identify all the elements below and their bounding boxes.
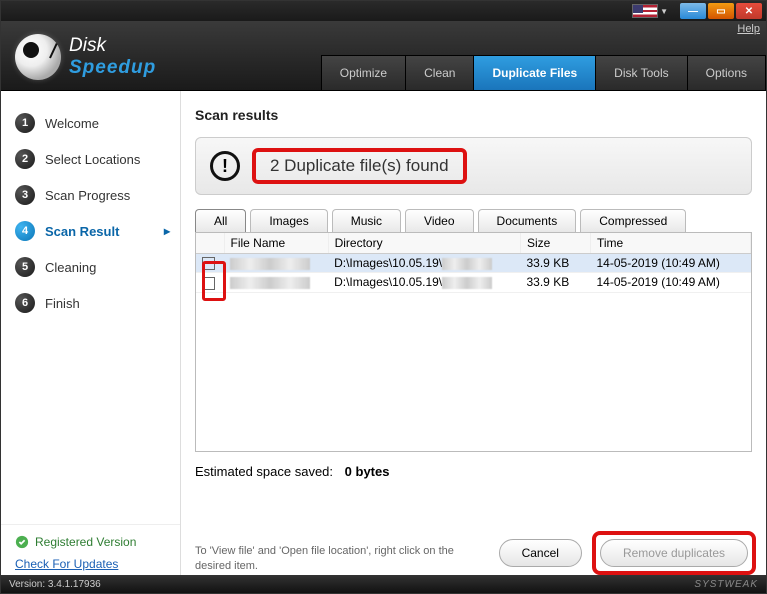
step-label: Welcome — [45, 116, 99, 131]
help-link[interactable]: Help — [737, 23, 760, 35]
step-select-locations[interactable]: 2Select Locations — [1, 141, 180, 177]
check-updates-link[interactable]: Check For Updates — [15, 557, 166, 571]
col-size[interactable]: Size — [521, 233, 591, 254]
step-label: Scan Progress — [45, 188, 130, 203]
filter-documents[interactable]: Documents — [478, 209, 577, 232]
step-label: Select Locations — [45, 152, 140, 167]
logo-text-disk: Disk — [69, 35, 156, 57]
window-titlebar: ▼ — ▭ ✕ — [1, 1, 766, 21]
logo-area: Disk Speedup — [1, 34, 170, 90]
check-circle-icon — [15, 535, 29, 549]
filter-music[interactable]: Music — [332, 209, 401, 232]
step-label: Finish — [45, 296, 80, 311]
step-scan-result[interactable]: 4Scan Result — [1, 213, 180, 249]
language-flag-icon[interactable] — [632, 4, 658, 18]
results-table-wrap: File Name Directory Size Time D:\Images\… — [195, 232, 752, 452]
table-row[interactable]: D:\Images\10.05.19\ 33.9 KB 14-05-2019 (… — [196, 273, 751, 292]
table-row[interactable]: D:\Images\10.05.19\ 33.9 KB 14-05-2019 (… — [196, 254, 751, 273]
filter-tabs: All Images Music Video Documents Compres… — [195, 209, 752, 232]
filter-compressed[interactable]: Compressed — [580, 209, 686, 232]
hint-text: To 'View file' and 'Open file location',… — [195, 544, 475, 573]
step-label: Scan Result — [45, 224, 119, 239]
row-checkbox[interactable] — [202, 257, 215, 270]
main-tabs: Optimize Clean Duplicate Files Disk Tool… — [321, 55, 766, 90]
result-banner: ! 2 Duplicate file(s) found — [195, 137, 752, 195]
tab-disk-tools[interactable]: Disk Tools — [595, 55, 686, 90]
tab-optimize[interactable]: Optimize — [321, 55, 405, 90]
window-maximize-button[interactable]: ▭ — [708, 3, 734, 19]
window-minimize-button[interactable]: — — [680, 3, 706, 19]
duplicate-count-highlight: 2 Duplicate file(s) found — [252, 148, 467, 184]
step-finish[interactable]: 6Finish — [1, 285, 180, 321]
registered-status: Registered Version — [15, 535, 166, 549]
remove-duplicates-button[interactable]: Remove duplicates — [600, 539, 748, 567]
app-logo-icon — [15, 34, 61, 80]
filter-images[interactable]: Images — [250, 209, 327, 232]
version-label: Version: 3.4.1.17936 — [9, 579, 101, 590]
tab-duplicate-files[interactable]: Duplicate Files — [473, 55, 595, 90]
step-scan-progress[interactable]: 3Scan Progress — [1, 177, 180, 213]
row-checkbox[interactable] — [202, 277, 215, 290]
page-title: Scan results — [195, 107, 752, 123]
file-name-redacted — [230, 258, 310, 270]
wizard-sidebar: 1Welcome 2Select Locations 3Scan Progres… — [1, 91, 181, 581]
col-directory[interactable]: Directory — [328, 233, 520, 254]
content-pane: Scan results ! 2 Duplicate file(s) found… — [181, 91, 766, 581]
file-name-redacted — [230, 277, 310, 289]
logo-text-speedup: Speedup — [69, 57, 156, 79]
remove-duplicates-highlight: Remove duplicates — [592, 531, 756, 575]
col-filename[interactable]: File Name — [224, 233, 328, 254]
filter-video[interactable]: Video — [405, 209, 473, 232]
app-header: Disk Speedup Optimize Clean Duplicate Fi… — [1, 21, 766, 91]
language-dropdown-icon[interactable]: ▼ — [660, 7, 668, 16]
filter-all[interactable]: All — [195, 209, 246, 232]
col-time[interactable]: Time — [591, 233, 751, 254]
results-table: File Name Directory Size Time D:\Images\… — [196, 233, 751, 293]
cancel-button[interactable]: Cancel — [499, 539, 582, 567]
step-cleaning[interactable]: 5Cleaning — [1, 249, 180, 285]
tab-clean[interactable]: Clean — [405, 55, 473, 90]
exclamation-icon: ! — [210, 151, 240, 181]
tab-options[interactable]: Options — [687, 55, 766, 90]
estimated-space-saved: Estimated space saved: 0 bytes — [195, 464, 752, 479]
status-bar: Version: 3.4.1.17936 SYSTWEAK — [1, 575, 766, 593]
brand-footer: SYSTWEAK — [694, 579, 758, 590]
window-close-button[interactable]: ✕ — [736, 3, 762, 19]
step-label: Cleaning — [45, 260, 96, 275]
step-welcome[interactable]: 1Welcome — [1, 105, 180, 141]
